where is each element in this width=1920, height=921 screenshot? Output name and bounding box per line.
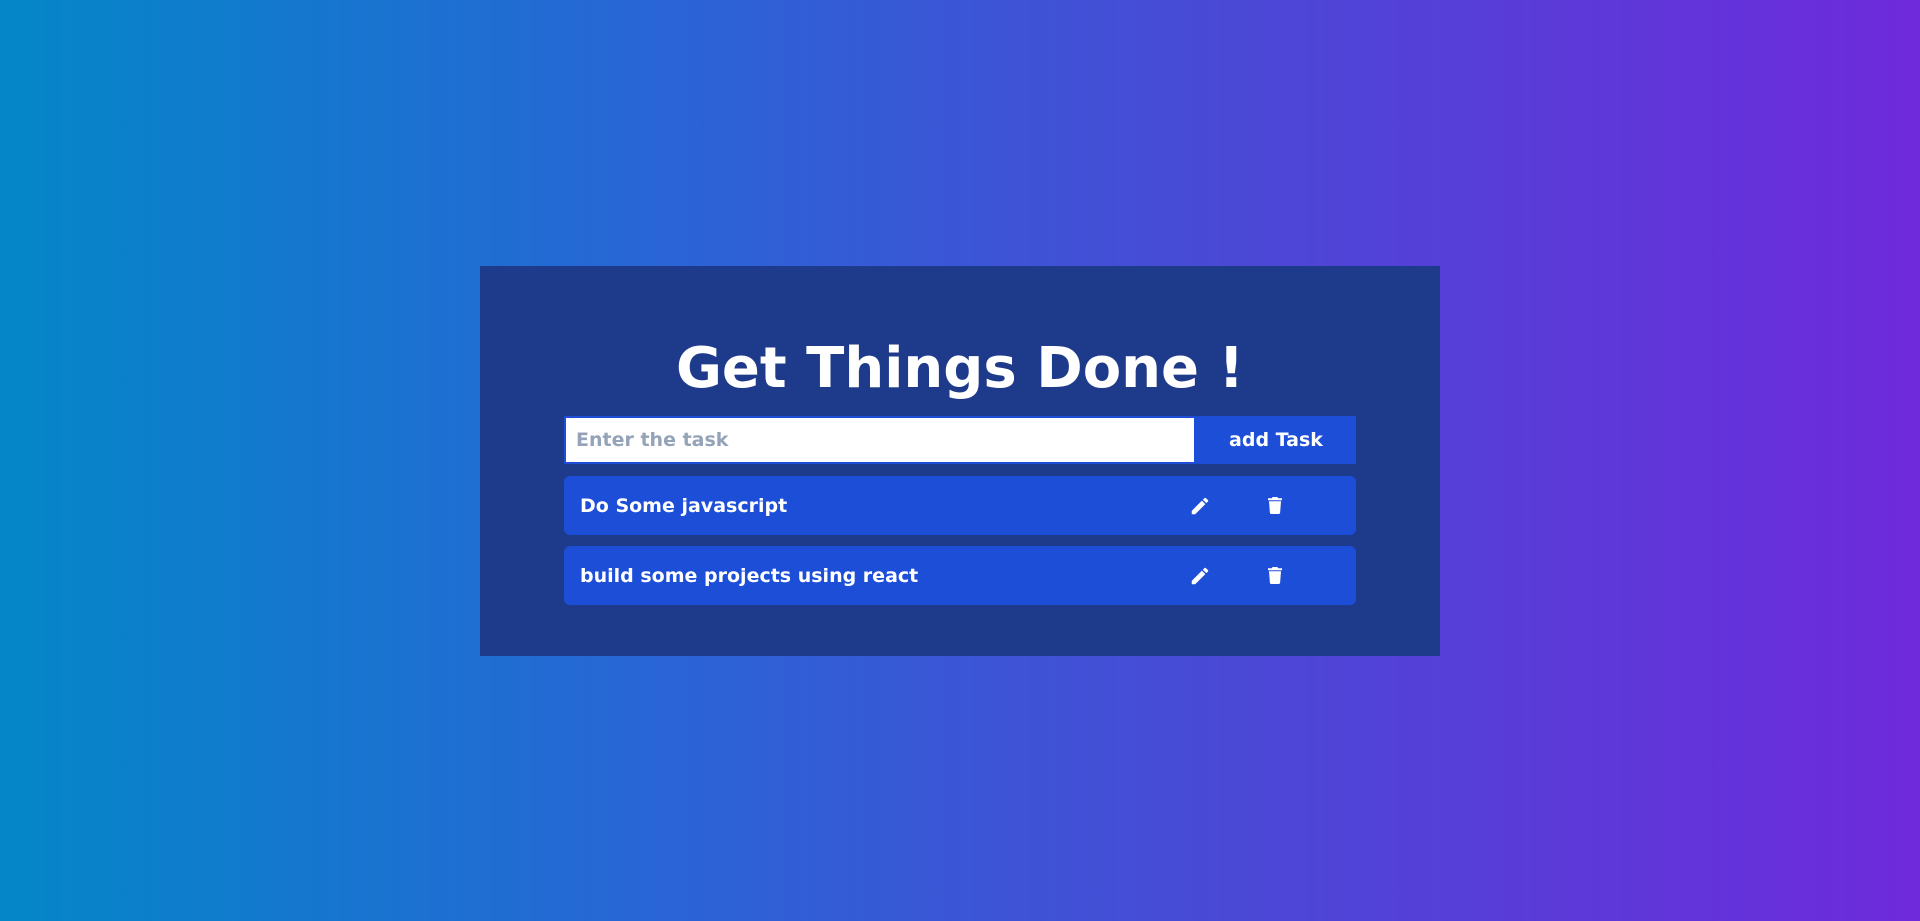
list-item: Do Some javascript	[564, 476, 1356, 535]
list-item: build some projects using react	[564, 546, 1356, 605]
page-title: Get Things Done !	[675, 336, 1245, 401]
trash-icon[interactable]	[1261, 492, 1289, 520]
task-text: build some projects using react	[580, 564, 919, 587]
add-task-button[interactable]: add Task	[1196, 416, 1356, 464]
pencil-icon[interactable]	[1186, 492, 1214, 520]
task-list: Do Some javascript build some projects u…	[564, 476, 1356, 616]
task-text: Do Some javascript	[580, 494, 788, 517]
add-task-form: add Task	[564, 416, 1356, 464]
trash-icon[interactable]	[1261, 562, 1289, 590]
todo-wrapper: Get Things Done ! add Task Do Some javas…	[480, 266, 1440, 656]
task-input[interactable]	[564, 416, 1196, 464]
pencil-icon[interactable]	[1186, 562, 1214, 590]
